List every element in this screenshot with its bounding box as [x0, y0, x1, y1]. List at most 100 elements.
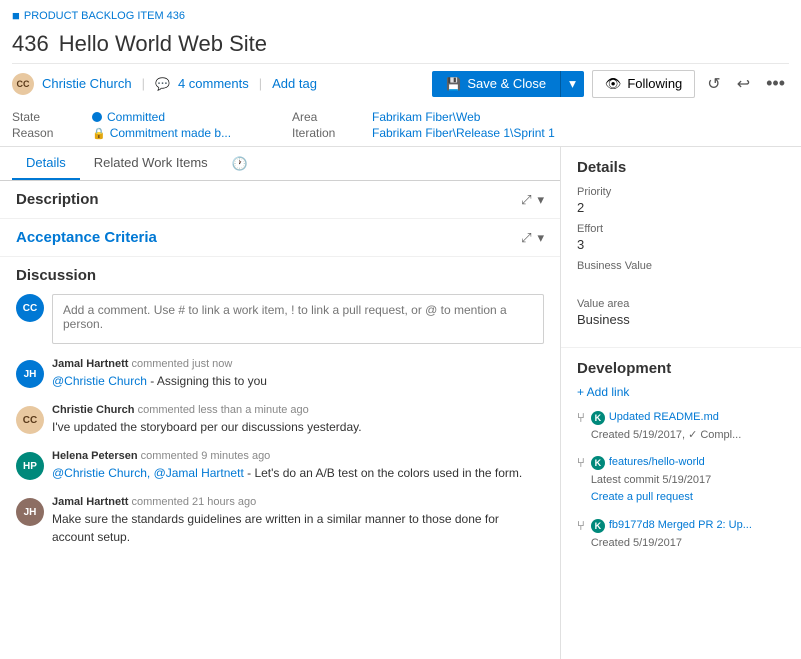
tab-related-work[interactable]: Related Work Items [80, 147, 222, 180]
business-value-value[interactable] [577, 274, 785, 290]
mention[interactable]: @Jamal Hartnett [154, 466, 244, 480]
right-panel: Details Priority 2 Effort 3 Business Val… [561, 147, 801, 659]
k-badge: K [591, 456, 605, 470]
description-expand-icons: ⤢ ▾ [521, 192, 544, 208]
ado-icon: ■ [12, 8, 20, 23]
following-button[interactable]: 👁 Following [592, 70, 695, 98]
dev-item: ⑂ K features/hello-world Latest commit 5… [577, 454, 785, 507]
user-name[interactable]: Christie Church [42, 76, 132, 91]
comments-link[interactable]: 4 comments [178, 76, 249, 91]
area-label: Area [292, 110, 372, 124]
iteration-label: Iteration [292, 126, 372, 140]
more-options-button[interactable]: ••• [762, 69, 789, 98]
state-text[interactable]: Committed [107, 110, 165, 124]
description-header: Description ⤢ ▾ [16, 191, 544, 208]
left-panel: Details Related Work Items 🕐 Description… [0, 147, 561, 659]
commenter-name: Christie Church [52, 404, 135, 416]
comment-meta: Helena Petersen commented 9 minutes ago [52, 450, 522, 462]
comment-meta: Jamal Hartnett commented 21 hours ago [52, 496, 544, 508]
lock-icon: 🔒 [92, 127, 106, 140]
priority-field: Priority 2 [577, 186, 785, 215]
comment-time-text: commented just now [131, 358, 232, 370]
expand-icon2[interactable]: ⤢ [521, 230, 531, 246]
iteration-value[interactable]: Fabrikam Fiber\Release 1\Sprint 1 [372, 126, 789, 140]
expand-icon[interactable]: ⤢ [521, 192, 531, 208]
pr-icon: ⑂ [577, 518, 585, 533]
main-content: Details Related Work Items 🕐 Description… [0, 147, 801, 659]
acceptance-section: Acceptance Criteria ⤢ ▾ [0, 219, 560, 257]
effort-value[interactable]: 3 [577, 237, 785, 252]
comment-icon: 💬 [155, 77, 170, 91]
comment-time-text: commented 9 minutes ago [141, 450, 271, 462]
state-value: Committed [92, 110, 292, 124]
tab-history[interactable]: 🕐 [222, 147, 258, 180]
acceptance-title[interactable]: Acceptance Criteria [16, 229, 157, 246]
toolbar-separator: | [142, 76, 145, 91]
mention[interactable]: @Christie Church [52, 374, 147, 388]
mention[interactable]: @Christie Church, [52, 466, 150, 480]
value-area-field: Value area Business [577, 298, 785, 327]
dev-item-title[interactable]: features/hello-world [609, 454, 705, 472]
list-item: JH Jamal Hartnett commented just now @Ch… [16, 358, 544, 390]
create-pr-link[interactable]: Create a pull request [591, 489, 711, 507]
reason-text[interactable]: Commitment made b... [110, 126, 231, 140]
area-value[interactable]: Fabrikam Fiber\Web [372, 110, 789, 124]
commit-icon: ⑂ [577, 410, 585, 425]
dev-item-title[interactable]: fb9177d8 Merged PR 2: Up... [609, 517, 752, 535]
save-close-button[interactable]: 💾 Save & Close [432, 71, 560, 97]
comment-meta: Christie Church commented less than a mi… [52, 404, 362, 416]
comment-meta: Jamal Hartnett commented just now [52, 358, 267, 370]
toolbar-separator2: | [259, 76, 262, 91]
state-label: State [12, 110, 92, 124]
input-avatar: CC [16, 294, 44, 322]
right-section-title: Details [577, 159, 785, 176]
acceptance-expand-icons: ⤢ ▾ [521, 230, 544, 246]
add-link-btn[interactable]: + Add link [577, 385, 785, 399]
page-title: Hello World Web Site [59, 31, 267, 57]
top-bar: ■ PRODUCT BACKLOG ITEM 436 436 Hello Wor… [0, 0, 801, 147]
tab-details[interactable]: Details [12, 147, 80, 180]
comment-body: Jamal Hartnett commented 21 hours ago Ma… [52, 496, 544, 546]
business-value-label: Business Value [577, 260, 785, 272]
comment-text: I've updated the storyboard per our disc… [52, 418, 362, 436]
user-avatar: CC [12, 73, 34, 95]
dev-item: ⑂ K fb9177d8 Merged PR 2: Up... Created … [577, 517, 785, 552]
comment-input[interactable] [52, 294, 544, 344]
development-section: Development + Add link ⑂ K Updated READM… [561, 348, 801, 574]
comment-body: Helena Petersen commented 9 minutes ago … [52, 450, 522, 482]
comment-body: Christie Church commented less than a mi… [52, 404, 362, 436]
comment-body: Jamal Hartnett commented just now @Chris… [52, 358, 267, 390]
k-badge: K [591, 411, 605, 425]
effort-label: Effort [577, 223, 785, 235]
effort-field: Effort 3 [577, 223, 785, 252]
dev-item-content: K fb9177d8 Merged PR 2: Up... Created 5/… [591, 517, 752, 552]
undo-button[interactable]: ↩ [733, 70, 754, 98]
state-dot [92, 112, 102, 122]
eye-icon: 👁 [605, 76, 622, 92]
dev-item-icon-row: K features/hello-world [591, 454, 711, 472]
priority-label: Priority [577, 186, 785, 198]
value-area-value[interactable]: Business [577, 312, 785, 327]
list-item: JH Jamal Hartnett commented 21 hours ago… [16, 496, 544, 546]
save-close-group: 💾 Save & Close ▾ [432, 71, 583, 97]
add-tag[interactable]: Add tag [272, 76, 317, 91]
dev-item-title[interactable]: Updated README.md [609, 409, 719, 427]
development-title: Development [577, 360, 785, 377]
breadcrumb: ■ PRODUCT BACKLOG ITEM 436 [12, 4, 789, 27]
right-details-section: Details Priority 2 Effort 3 Business Val… [561, 147, 801, 348]
dev-item-content: K features/hello-world Latest commit 5/1… [591, 454, 711, 507]
breadcrumb-text[interactable]: PRODUCT BACKLOG ITEM 436 [24, 10, 185, 22]
save-close-dropdown[interactable]: ▾ [560, 71, 584, 97]
description-section: Description ⤢ ▾ [0, 181, 560, 219]
priority-value[interactable]: 2 [577, 200, 785, 215]
discussion-title: Discussion [16, 267, 544, 284]
comments-list: JH Jamal Hartnett commented just now @Ch… [16, 358, 544, 546]
refresh-button[interactable]: ↺ [703, 70, 724, 98]
title-row: 436 Hello World Web Site [12, 27, 789, 63]
list-item: CC Christie Church commented less than a… [16, 404, 544, 436]
save-icon: 💾 [446, 77, 461, 91]
avatar: JH [16, 498, 44, 526]
collapse-icon[interactable]: ▾ [537, 192, 544, 208]
collapse-icon2[interactable]: ▾ [537, 230, 544, 246]
comment-text: @Christie Church, @Jamal Hartnett - Let'… [52, 464, 522, 482]
